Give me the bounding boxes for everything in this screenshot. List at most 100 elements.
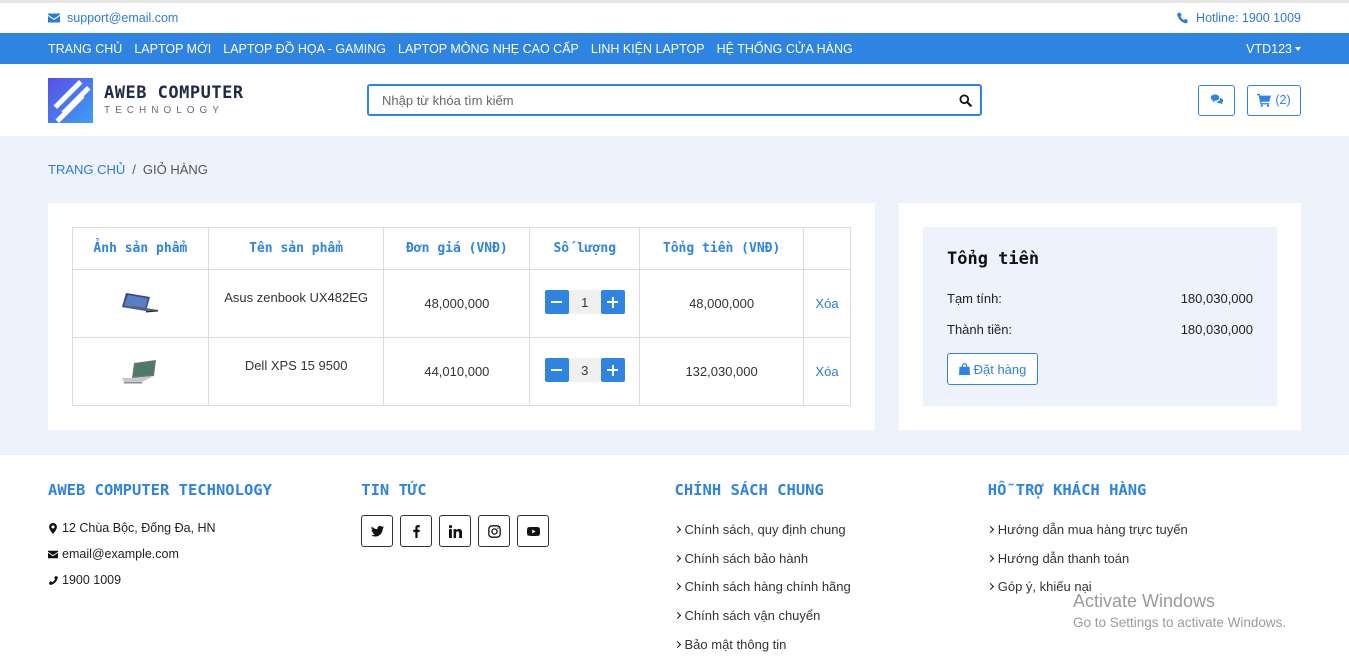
- footer-link[interactable]: Chính sách hàng chính hãng: [673, 572, 988, 601]
- linkedin-icon: [448, 524, 462, 538]
- nav-item-home[interactable]: TRANG CHỦ: [48, 42, 122, 56]
- cart-button[interactable]: (2): [1247, 84, 1301, 116]
- user-menu[interactable]: VTD123: [1246, 42, 1301, 56]
- place-order-button[interactable]: Đặt hàng: [947, 353, 1038, 385]
- footer-company-title: AWEB COMPUTER TECHNOLOGY: [48, 481, 272, 499]
- chat-button[interactable]: [1198, 84, 1235, 116]
- linkedin-button[interactable]: [439, 515, 472, 547]
- product-image-cell: [72, 337, 209, 406]
- chevron-right-icon: [986, 525, 994, 533]
- twitter-button[interactable]: [361, 515, 394, 547]
- footer-link[interactable]: Bảo mật thông tin: [673, 630, 988, 659]
- search-input[interactable]: [382, 92, 922, 108]
- envelope-icon: [48, 550, 58, 558]
- cart-row: Dell XPS 15 9500 44,010,000 3 132,030,00…: [72, 337, 851, 406]
- nav-item-components[interactable]: LINH KIỆN LAPTOP: [591, 42, 705, 56]
- minus-icon: [551, 369, 563, 371]
- laptop-thumbnail[interactable]: [120, 359, 160, 385]
- quantity-value[interactable]: 1: [568, 290, 601, 314]
- breadcrumb-home[interactable]: TRANG CHỦ: [48, 162, 125, 203]
- logo-title: AWEB COMPUTER: [104, 83, 244, 103]
- phone-icon: [48, 575, 58, 585]
- summary-title: Tổng tiền: [947, 249, 1040, 269]
- logo[interactable]: AWEB COMPUTER TECHNOLOGY: [48, 77, 367, 123]
- col-header-image: Ảnh sản phẩm: [72, 227, 209, 270]
- watermark-subtitle: Go to Settings to activate Windows.: [1073, 615, 1287, 630]
- activate-windows-watermark: Activate Windows Go to Settings to activ…: [1073, 591, 1286, 630]
- cart-panel: Ảnh sản phẩm Tên sản phẩm Đơn giá (VNĐ) …: [48, 203, 875, 430]
- hotline-text: Hotline: 1900 1009: [1196, 11, 1301, 25]
- increase-button[interactable]: [600, 290, 625, 314]
- nav-item-new-laptop[interactable]: LAPTOP MỚI: [134, 42, 211, 56]
- nav-item-ultrabook[interactable]: LAPTOP MỎNG NHẸ CAO CẤP: [398, 42, 579, 56]
- quantity-value[interactable]: 3: [568, 358, 601, 382]
- line-total: 48,000,000: [639, 269, 804, 338]
- watermark-title: Activate Windows: [1073, 591, 1216, 611]
- quantity-stepper: 1: [544, 290, 625, 314]
- decrease-button[interactable]: [544, 358, 569, 382]
- footer-link-label: Chính sách vận chuyển: [684, 607, 821, 623]
- social-links: [361, 515, 674, 547]
- remove-link[interactable]: Xóa: [815, 296, 838, 311]
- footer-email: email@example.com: [48, 541, 361, 567]
- subtotal-label: Tạm tính:: [947, 291, 1002, 306]
- remove-link[interactable]: Xóa: [815, 364, 838, 379]
- chevron-right-icon: [673, 640, 681, 648]
- cart-table: Ảnh sản phẩm Tên sản phẩm Đơn giá (VNĐ) …: [72, 227, 851, 406]
- search-box: [367, 84, 982, 116]
- place-order-label: Đặt hàng: [973, 361, 1027, 377]
- nav-item-gaming-laptop[interactable]: LAPTOP ĐỒ HỌA - GAMING: [223, 42, 386, 56]
- support-email-text: support@email.com: [67, 11, 179, 25]
- envelope-icon: [48, 13, 60, 23]
- cart-count: (2): [1275, 93, 1291, 107]
- footer-news-title: TIN TỨC: [361, 481, 427, 499]
- product-image-cell: [72, 269, 209, 338]
- laptop-thumbnail[interactable]: [120, 291, 160, 317]
- cart-row: Asus zenbook UX482EG 48,000,000 1 48,000…: [72, 269, 851, 338]
- col-header-total: Tổng tiền (VNĐ): [639, 227, 804, 270]
- youtube-button[interactable]: [517, 515, 550, 547]
- site-header: AWEB COMPUTER TECHNOLOGY (2): [0, 64, 1349, 136]
- hotline[interactable]: Hotline: 1900 1009: [1177, 11, 1301, 25]
- summary-panel: Tổng tiền Tạm tính: 180,030,000 Thành ti…: [899, 203, 1301, 430]
- instagram-button[interactable]: [478, 515, 511, 547]
- footer-support-title: HỖ TRỢ KHÁCH HÀNG: [987, 481, 1147, 499]
- logo-subtitle: TECHNOLOGY: [104, 105, 225, 116]
- product-name[interactable]: Dell XPS 15 9500: [207, 337, 385, 406]
- logo-mark-icon: [48, 77, 93, 123]
- total-row: Thành tiền: 180,030,000: [947, 314, 1253, 345]
- decrease-button[interactable]: [544, 290, 569, 314]
- product-name[interactable]: Asus zenbook UX482EG: [207, 269, 385, 338]
- footer-col-support: HỖ TRỢ KHÁCH HÀNG Hướng dẫn mua hàng trự…: [986, 481, 1301, 658]
- footer-link[interactable]: Hướng dẫn thanh toán: [986, 544, 1301, 573]
- nav-item-stores[interactable]: HỆ THỐNG CỬA HÀNG: [717, 42, 853, 56]
- cart-icon: [1257, 93, 1272, 107]
- footer-link-label: Chính sách hàng chính hãng: [684, 579, 851, 595]
- breadcrumb-current: GIỎ HÀNG: [142, 162, 208, 177]
- subtotal-row: Tạm tính: 180,030,000: [947, 283, 1253, 314]
- footer-address: 12 Chùa Bộc, Đống Đa, HN: [48, 515, 361, 541]
- footer-link-label: Bảo mật thông tin: [684, 636, 787, 652]
- footer-link[interactable]: Chính sách bảo hành: [673, 544, 988, 573]
- breadcrumb-separator: /: [132, 162, 136, 177]
- col-header-action: [803, 227, 851, 270]
- minus-icon: [551, 301, 563, 303]
- search-icon[interactable]: [959, 93, 972, 107]
- footer-link[interactable]: Hướng dẫn mua hàng trực tuyến: [986, 515, 1301, 544]
- support-email[interactable]: support@email.com: [48, 11, 178, 25]
- footer-col-news: TIN TỨC: [361, 481, 674, 658]
- footer-link[interactable]: Chính sách vận chuyển: [673, 601, 988, 630]
- twitter-icon: [370, 525, 384, 537]
- footer-link-label: Hướng dẫn thanh toán: [997, 550, 1130, 566]
- increase-button[interactable]: [600, 358, 625, 382]
- footer-address-text: 12 Chùa Bộc, Đống Đa, HN: [62, 521, 216, 535]
- chevron-right-icon: [986, 583, 994, 591]
- quantity-stepper: 3: [544, 358, 625, 382]
- chevron-right-icon: [986, 554, 994, 562]
- user-name: VTD123: [1246, 41, 1292, 56]
- instagram-icon: [487, 524, 501, 538]
- shopping-bag-icon: [958, 363, 970, 375]
- cart-header-row: Ảnh sản phẩm Tên sản phẩm Đơn giá (VNĐ) …: [72, 227, 851, 270]
- facebook-button[interactable]: [400, 515, 433, 547]
- footer-link[interactable]: Chính sách, quy định chung: [673, 515, 988, 544]
